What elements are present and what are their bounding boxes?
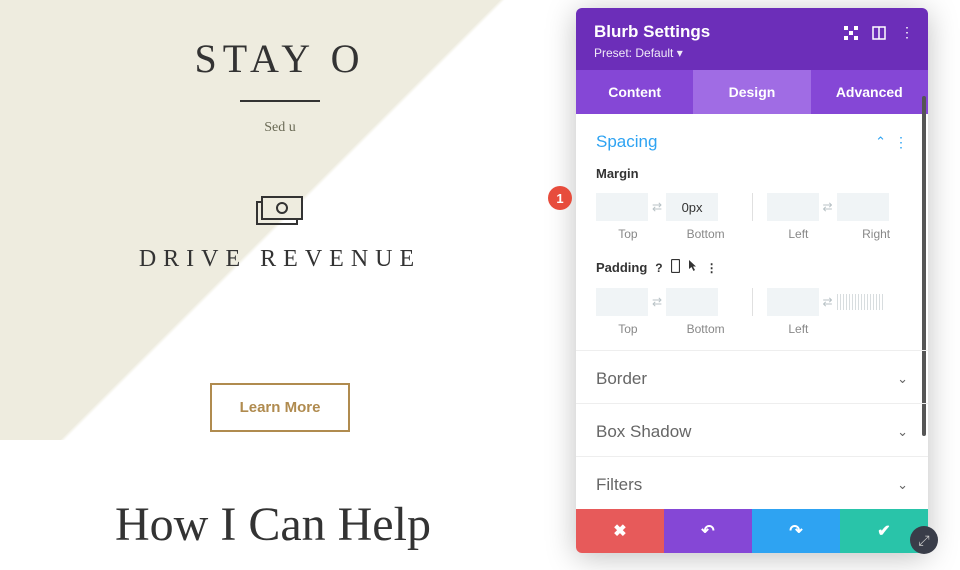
padding-right-slider[interactable]	[837, 294, 885, 310]
section-filters[interactable]: Filters ⌄	[576, 457, 928, 509]
discard-button[interactable]: ✖	[576, 509, 664, 553]
chevron-down-icon: ⌄	[897, 424, 908, 440]
margin-label: Margin	[596, 166, 908, 181]
money-icon	[0, 196, 560, 226]
margin-bottom-input[interactable]	[666, 193, 718, 221]
link-icon[interactable]: ⇄	[652, 295, 662, 309]
more-icon[interactable]: ⋮	[900, 24, 914, 41]
padding-options-icon[interactable]: ⋮	[706, 261, 718, 275]
annotation-badge: 1	[548, 186, 572, 210]
device-icon[interactable]	[671, 259, 680, 276]
boxshadow-label: Box Shadow	[596, 422, 691, 442]
link-icon[interactable]: ⇄	[652, 200, 662, 214]
redo-button[interactable]: ↷	[752, 509, 840, 553]
padding-top-input[interactable]	[596, 288, 648, 316]
section-spacing: Spacing ⌃ ⋮ Margin ⇄ ⇄	[576, 114, 928, 351]
blurb-module[interactable]: DRIVE REVENUE	[0, 196, 560, 273]
expand-icon[interactable]	[872, 24, 886, 41]
margin-left-input[interactable]	[767, 193, 819, 221]
learn-more-button[interactable]: Learn More	[210, 383, 351, 432]
tab-design[interactable]: Design	[693, 70, 810, 114]
settings-panel: Blurb Settings Preset: Default ▾ ⋮ Conte…	[576, 8, 928, 553]
label-bottom: Bottom	[674, 227, 738, 241]
chevron-down-icon: ⌄	[897, 371, 908, 387]
hero-title: STAY O	[0, 35, 560, 82]
chevron-up-icon: ⌃	[875, 134, 886, 150]
help-icon[interactable]: ?	[655, 261, 662, 275]
margin-right-input[interactable]	[837, 193, 889, 221]
spacing-label: Spacing	[596, 132, 657, 152]
section-box-shadow[interactable]: Box Shadow ⌄	[576, 404, 928, 457]
label-top: Top	[596, 227, 660, 241]
chevron-down-icon: ⌄	[897, 477, 908, 493]
panel-header[interactable]: Blurb Settings Preset: Default ▾ ⋮	[576, 8, 928, 70]
filters-label: Filters	[596, 475, 642, 495]
snap-icon[interactable]	[844, 24, 858, 41]
undo-button[interactable]: ↶	[664, 509, 752, 553]
link-icon[interactable]: ⇄	[823, 295, 833, 309]
section-heading: How I Can Help	[115, 497, 560, 552]
padding-left-input[interactable]	[767, 288, 819, 316]
padding-bottom-input[interactable]	[666, 288, 718, 316]
label-right: Right	[844, 227, 908, 241]
padding-label: Padding ? ⋮	[596, 259, 908, 276]
tab-advanced[interactable]: Advanced	[811, 70, 928, 114]
margin-top-input[interactable]	[596, 193, 648, 221]
spacing-options-icon[interactable]: ⋮	[894, 134, 908, 151]
hero-divider	[240, 100, 320, 102]
panel-tabs: Content Design Advanced	[576, 70, 928, 114]
link-icon[interactable]: ⇄	[823, 200, 833, 214]
border-label: Border	[596, 369, 647, 389]
preset-selector[interactable]: Preset: Default ▾	[594, 46, 910, 60]
tab-content[interactable]: Content	[576, 70, 693, 114]
label-bottom: Bottom	[674, 322, 738, 336]
hover-icon[interactable]	[688, 259, 698, 276]
label-top: Top	[596, 322, 660, 336]
hero-subtext: Sed u	[0, 120, 560, 136]
blurb-title: DRIVE REVENUE	[0, 246, 560, 273]
panel-footer: ✖ ↶ ↷ ✔	[576, 509, 928, 553]
label-left: Left	[767, 227, 831, 241]
spacing-header[interactable]: Spacing ⌃ ⋮	[596, 132, 908, 152]
page-background: STAY O Sed u DRIVE REVENUE Learn More Ho…	[0, 0, 560, 552]
section-border[interactable]: Border ⌄	[576, 351, 928, 404]
label-left: Left	[767, 322, 831, 336]
resize-handle[interactable]: ⤢	[910, 526, 938, 554]
